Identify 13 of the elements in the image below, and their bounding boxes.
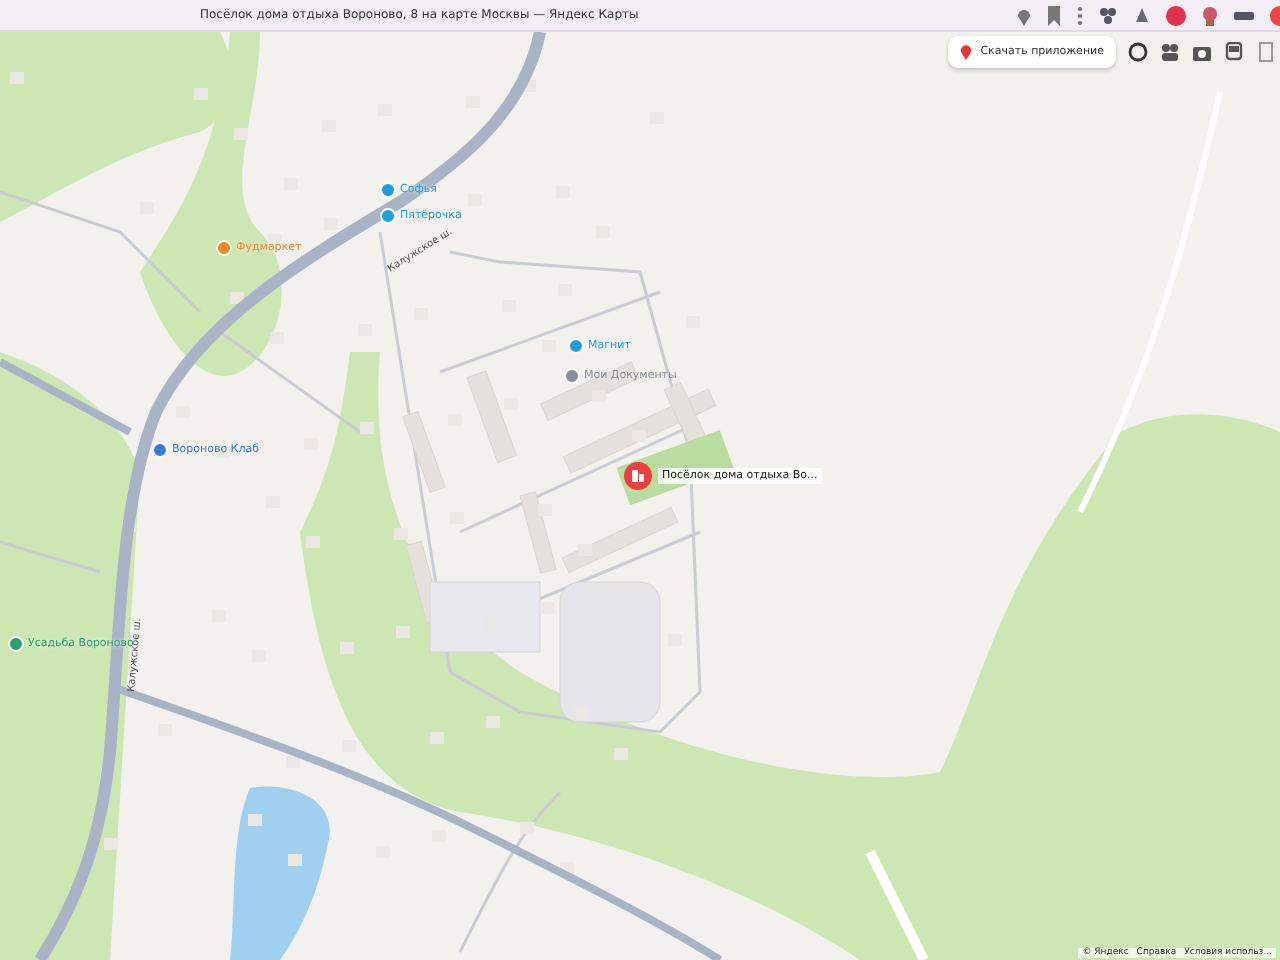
people-icon[interactable] bbox=[1160, 42, 1180, 62]
extension-icon[interactable] bbox=[1098, 5, 1118, 25]
extension-icon[interactable] bbox=[1200, 5, 1220, 25]
bookmark-icon[interactable] bbox=[1046, 5, 1062, 25]
document-icon[interactable] bbox=[1256, 42, 1276, 62]
camera-icon[interactable] bbox=[1192, 42, 1212, 62]
more-icon[interactable] bbox=[1076, 5, 1084, 25]
building-pin-icon[interactable] bbox=[624, 462, 652, 490]
location-pin-icon bbox=[960, 44, 973, 60]
bus-icon[interactable] bbox=[1224, 42, 1244, 62]
forest-path bbox=[865, 849, 929, 960]
location-icon[interactable] bbox=[1016, 5, 1032, 25]
road bbox=[0, 358, 132, 436]
